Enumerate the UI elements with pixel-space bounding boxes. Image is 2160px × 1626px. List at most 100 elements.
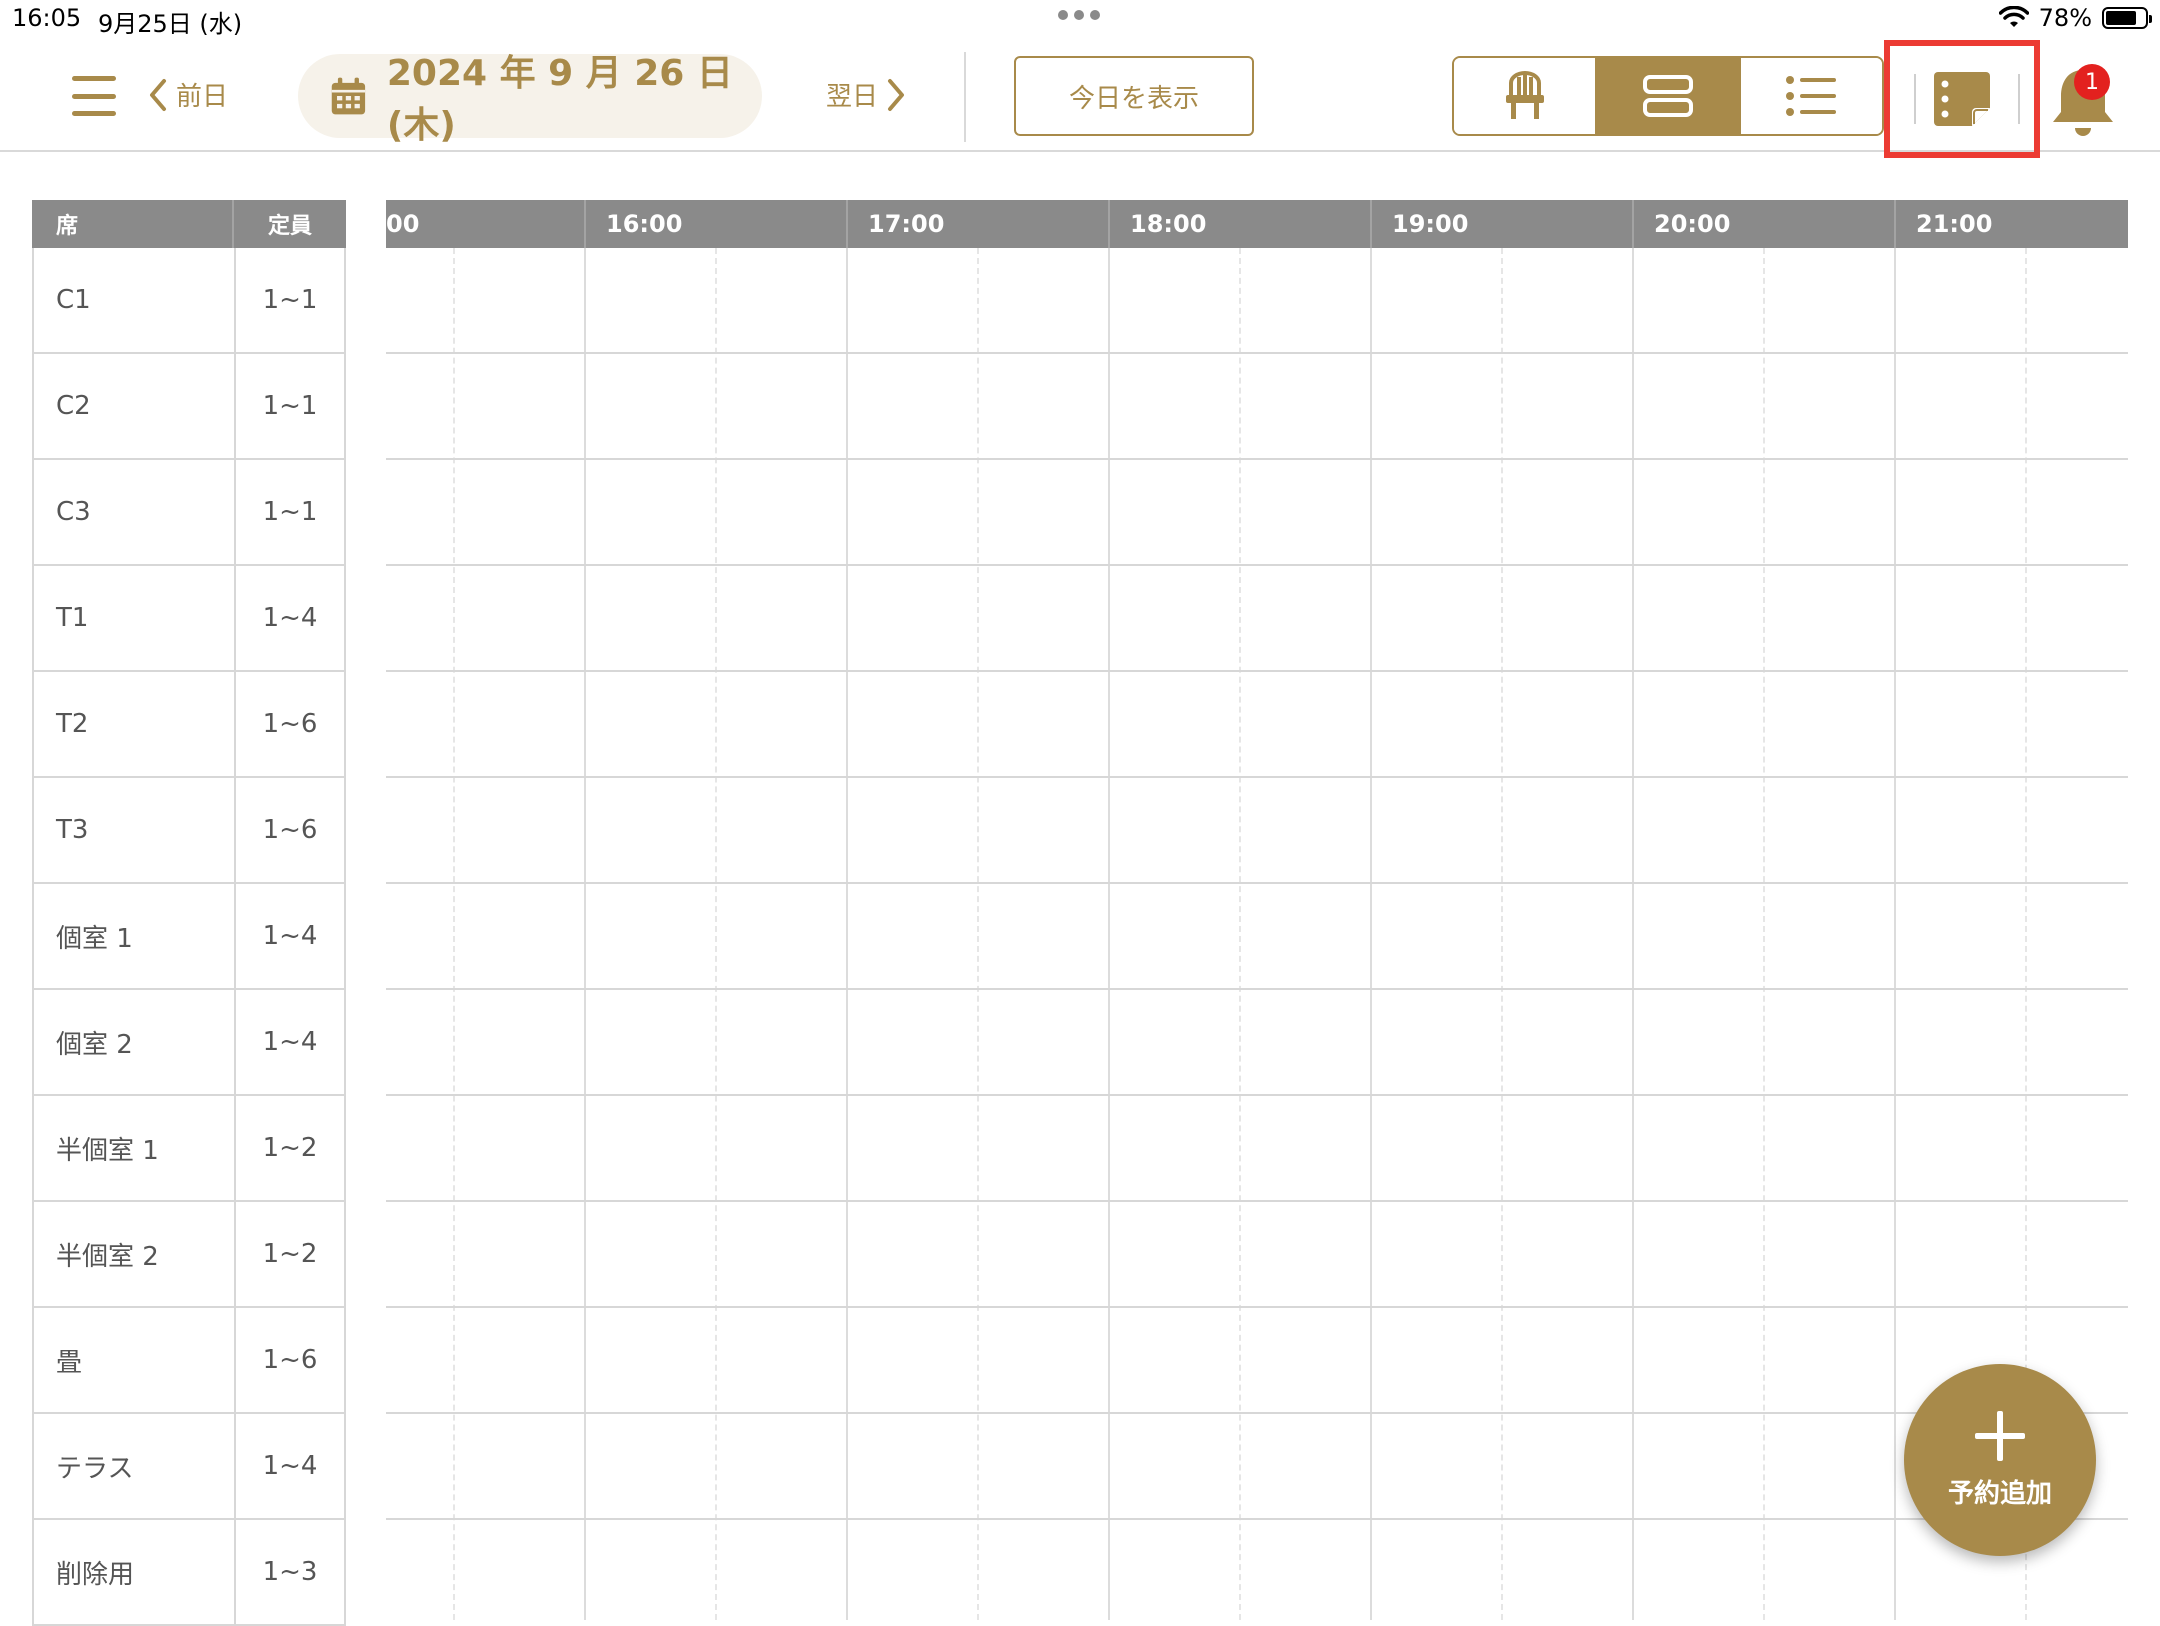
seat-capacity: 1~4 <box>262 1451 318 1481</box>
seat-capacity: 1~4 <box>262 603 318 633</box>
half-hour-gridline <box>715 248 717 1620</box>
timeline-view-button[interactable] <box>1595 58 1739 134</box>
timeline-body[interactable] <box>386 248 2128 1620</box>
capacity-header: 定員 <box>267 214 312 239</box>
seat-row[interactable]: C1 1~1 <box>32 248 346 354</box>
memo-icon[interactable] <box>1932 70 1992 128</box>
hour-label: 17:00 <box>868 210 945 238</box>
hour-separator <box>1894 200 1896 248</box>
hour-separator <box>1370 200 1372 248</box>
row-gridline <box>386 564 2128 566</box>
seat-capacity: 1~6 <box>262 815 318 845</box>
battery-icon <box>2102 7 2152 29</box>
notification-badge: 1 <box>2074 64 2110 100</box>
half-hour-gridline <box>1239 248 1241 1620</box>
seat-name: 個室 1 <box>34 884 236 988</box>
rows-icon <box>1642 75 1693 117</box>
seat-name: 個室 2 <box>34 990 236 1094</box>
seat-row[interactable]: 半個室 2 1~2 <box>32 1202 346 1308</box>
hour-separator <box>1108 200 1110 248</box>
half-hour-gridline <box>977 248 979 1620</box>
seat-name: テラス <box>34 1414 236 1518</box>
seat-capacity: 1~1 <box>262 497 318 527</box>
seat-name: 半個室 2 <box>34 1202 236 1306</box>
seat-row[interactable]: T2 1~6 <box>32 672 346 778</box>
row-gridline <box>386 882 2128 884</box>
toolbar-divider <box>964 52 966 142</box>
battery-percentage: 78% <box>2038 4 2092 32</box>
seat-name: T3 <box>34 778 236 882</box>
seat-name: C1 <box>34 248 236 352</box>
seat-row[interactable]: C2 1~1 <box>32 354 346 460</box>
calendar-icon <box>331 77 366 115</box>
add-reservation-label: 予約追加 <box>1947 1478 2052 1509</box>
hour-label: 21:00 <box>1916 210 1993 238</box>
chevron-left-icon <box>150 78 166 111</box>
row-gridline <box>386 352 2128 354</box>
seat-capacity: 1~2 <box>262 1133 318 1163</box>
next-day-label: 翌日 <box>826 82 879 112</box>
hour-label: 16:00 <box>606 210 683 238</box>
seat-row[interactable]: C3 1~1 <box>32 460 346 566</box>
row-gridline <box>386 776 2128 778</box>
seat-name: 半個室 1 <box>34 1096 236 1200</box>
seat-row[interactable]: 削除用 1~3 <box>32 1520 346 1626</box>
row-gridline <box>386 988 2128 990</box>
toolbar: 前日 2024 年 9 月 26 日 (木) 翌日 今日を表示 1 <box>0 40 2160 158</box>
half-hour-gridline <box>1501 248 1503 1620</box>
hour-label: 19:00 <box>1392 210 1469 238</box>
memo-separator-left <box>1914 74 1916 124</box>
status-bar: 16:05 9月25日 (水) 78% <box>0 0 2160 40</box>
hour-gridline <box>1370 248 1372 1620</box>
seat-row[interactable]: 畳 1~6 <box>32 1308 346 1414</box>
add-reservation-button[interactable]: 予約追加 <box>1904 1364 2096 1556</box>
multitasking-dots[interactable] <box>1058 10 1100 20</box>
seat-capacity: 1~2 <box>262 1239 318 1269</box>
prev-day-button[interactable]: 前日 <box>148 76 228 113</box>
seat-row[interactable]: T3 1~6 <box>32 778 346 884</box>
seat-capacity: 1~6 <box>262 709 318 739</box>
date-picker[interactable]: 2024 年 9 月 26 日 (木) <box>298 53 762 146</box>
row-gridline <box>386 670 2128 672</box>
seat-table: 席 定員 C1 1~1 C2 1~1 C3 1~1 T1 1~4 T2 1~6 T3 1~6 個室 1 1… <box>32 200 346 1626</box>
seat-name: C2 <box>34 354 236 458</box>
timeline-grid[interactable]: 00 16:00 17:00 18:00 19:00 20:00 21:00 <box>386 200 2128 1620</box>
row-gridline <box>386 1306 2128 1308</box>
wifi-icon <box>1998 6 2029 27</box>
seat-row[interactable]: テラス 1~4 <box>32 1414 346 1520</box>
show-today-button[interactable]: 今日を表示 <box>1014 56 1254 136</box>
hour-gridline <box>584 248 586 1620</box>
hour-separator <box>584 200 586 248</box>
seat-row[interactable]: 個室 2 1~4 <box>32 990 346 1096</box>
seat-table-header: 席 定員 <box>32 200 346 248</box>
row-gridline <box>386 458 2128 460</box>
next-day-button[interactable]: 翌日 <box>826 76 906 113</box>
row-gridline <box>386 1518 2128 1520</box>
seat-capacity: 1~4 <box>262 921 318 951</box>
seat-capacity: 1~4 <box>262 1027 318 1057</box>
half-hour-gridline <box>453 248 455 1620</box>
status-time: 16:05 <box>12 4 82 32</box>
seat-capacity: 1~3 <box>262 1557 318 1587</box>
seat-name: 削除用 <box>34 1520 236 1624</box>
seat-name: 畳 <box>34 1308 236 1412</box>
row-gridline <box>386 1200 2128 1202</box>
status-date: 9月25日 (水) <box>98 10 243 38</box>
prev-day-label: 前日 <box>176 82 229 112</box>
seat-row[interactable]: 個室 1 1~4 <box>32 884 346 990</box>
list-icon <box>1786 76 1837 116</box>
menu-icon[interactable] <box>72 76 116 116</box>
memo-button-highlight <box>1884 40 2040 158</box>
timeline-header: 00 16:00 17:00 18:00 19:00 20:00 21:00 <box>386 200 2128 248</box>
seat-row[interactable]: 半個室 1 1~2 <box>32 1096 346 1202</box>
seat-capacity: 1~6 <box>262 1345 318 1375</box>
hour-gridline <box>846 248 848 1620</box>
seat-row[interactable]: T1 1~4 <box>32 566 346 672</box>
seat-view-button[interactable] <box>1454 58 1596 134</box>
seat-name: C3 <box>34 460 236 564</box>
row-gridline <box>386 1412 2128 1414</box>
current-date: 2024 年 9 月 26 日 (木) <box>386 53 733 146</box>
memo-separator-right <box>2018 74 2020 124</box>
row-gridline <box>386 1094 2128 1096</box>
list-view-button[interactable] <box>1738 58 1882 134</box>
